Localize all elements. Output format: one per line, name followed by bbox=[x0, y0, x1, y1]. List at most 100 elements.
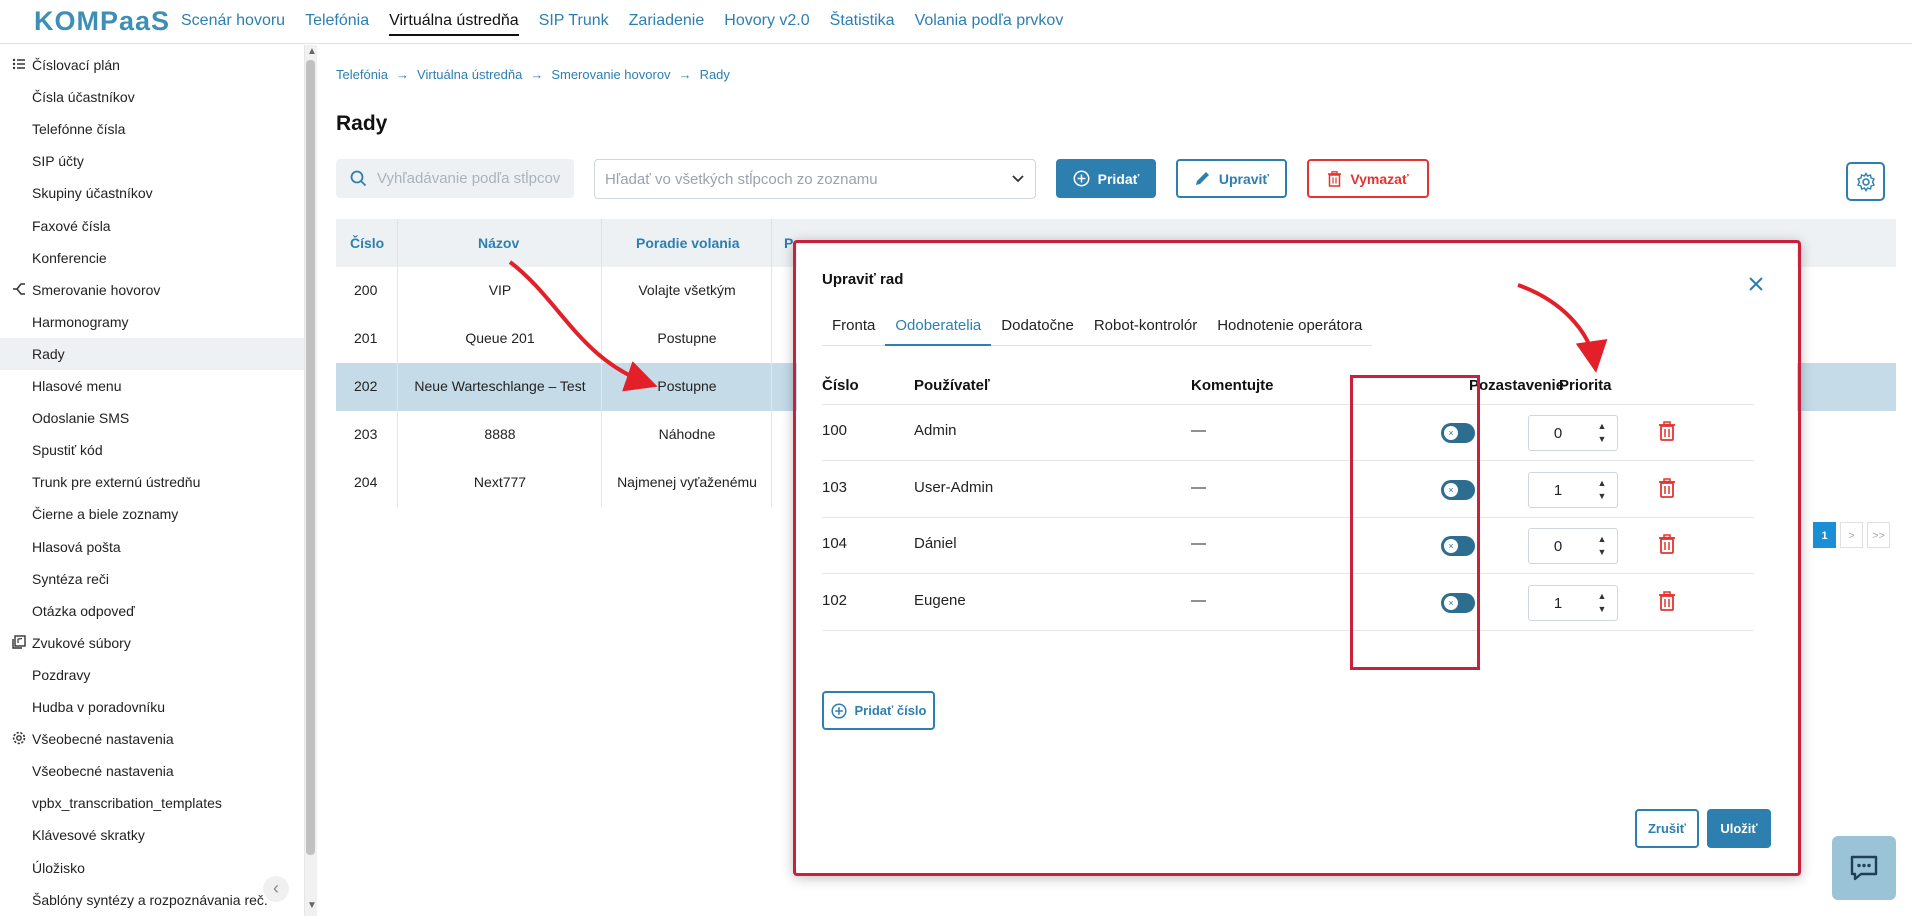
increment-icon[interactable]: ▲ bbox=[1595, 534, 1609, 544]
column-filter-select[interactable]: Hľadať vo všetkých stĺpcoch zo zoznamu bbox=[594, 159, 1036, 199]
delete-button[interactable]: Vymazať bbox=[1307, 159, 1429, 198]
nav-item[interactable]: Telefónia bbox=[305, 12, 369, 36]
decrement-icon[interactable]: ▼ bbox=[1595, 434, 1609, 444]
sidebar-item[interactable]: Klávesové skratky bbox=[0, 819, 304, 851]
add-number-button[interactable]: Pridať číslo bbox=[822, 691, 935, 730]
trash-icon[interactable] bbox=[1658, 421, 1676, 446]
sidebar-item[interactable]: Telefónne čísla bbox=[0, 113, 304, 145]
sidebar-item[interactable]: Pozdravy bbox=[0, 659, 304, 691]
scroll-up-arrow-icon[interactable]: ▲ bbox=[307, 46, 317, 57]
sidebar-item[interactable]: Otázka odpoveď bbox=[0, 595, 304, 627]
dialog-tab[interactable]: Dodatočne bbox=[991, 310, 1084, 346]
sidebar-section[interactable]: Všeobecné nastavenia bbox=[0, 723, 304, 755]
trash-icon[interactable] bbox=[1658, 590, 1676, 616]
nav-item[interactable]: Hovory v2.0 bbox=[724, 12, 809, 36]
sidebar-item-label: Úložisko bbox=[32, 859, 85, 876]
nav-item[interactable]: SIP Trunk bbox=[539, 12, 609, 36]
sidebar-item[interactable]: SIP účty bbox=[0, 145, 304, 177]
column-header-poradie[interactable]: Poradie volania bbox=[636, 235, 739, 251]
trash-icon bbox=[1328, 170, 1342, 187]
sidebar-item[interactable]: Čísla účastníkov bbox=[0, 81, 304, 113]
sidebar-item[interactable]: Hlasové menu bbox=[0, 370, 304, 402]
dialog-tab[interactable]: Robot-kontrolór bbox=[1084, 310, 1207, 346]
collapse-sidebar-button[interactable]: ‹ bbox=[263, 876, 289, 902]
priority-stepper[interactable]: 1 ▲ ▼ bbox=[1528, 471, 1618, 508]
sidebar-item[interactable]: Rady bbox=[0, 337, 304, 370]
sidebar-section[interactable]: Zvukové súbory bbox=[0, 627, 304, 659]
trash-icon[interactable] bbox=[1658, 477, 1676, 503]
sidebar-item[interactable]: Šablóny syntézy a rozpoznávania reč. bbox=[0, 884, 304, 916]
priority-stepper[interactable]: 0 ▲ ▼ bbox=[1528, 528, 1618, 564]
nav-item[interactable]: Scenár hovoru bbox=[181, 12, 285, 36]
increment-icon[interactable]: ▲ bbox=[1595, 591, 1609, 601]
trash-icon[interactable] bbox=[1658, 534, 1676, 559]
column-header-komentujte: Komentujte bbox=[1191, 377, 1274, 394]
dialog-tab[interactable]: Hodnotenie operátora bbox=[1207, 310, 1372, 346]
edit-button[interactable]: Upraviť bbox=[1176, 159, 1287, 198]
sidebar-item[interactable]: Faxové čísla bbox=[0, 210, 304, 242]
sidebar-section[interactable]: Smerovanie hovorov bbox=[0, 274, 304, 306]
cell-poradie: Postupne bbox=[657, 378, 717, 394]
cell-poradie: Najmenej vyťaženému bbox=[617, 474, 757, 490]
sidebar-item-label: Klávesové skratky bbox=[32, 827, 145, 844]
table-settings-button[interactable] bbox=[1846, 162, 1885, 201]
sidebar-item[interactable]: Trunk pre externú ústredňu bbox=[0, 466, 304, 498]
pagination-button[interactable]: > bbox=[1840, 522, 1863, 548]
sidebar-item-label: Hudba v poradovníku bbox=[32, 699, 166, 715]
increment-icon[interactable]: ▲ bbox=[1595, 421, 1609, 431]
nav-item[interactable]: Zariadenie bbox=[629, 12, 705, 36]
breadcrumb-item[interactable]: Rady bbox=[700, 67, 730, 82]
cancel-button[interactable]: Zrušiť bbox=[1635, 809, 1699, 848]
sidebar-item[interactable]: vpbx_transcribation_templates bbox=[0, 787, 304, 819]
nav-item[interactable]: Virtuálna ústredňa bbox=[389, 12, 519, 36]
save-button[interactable]: Uložiť bbox=[1707, 809, 1771, 848]
sidebar-item-label: Faxové čísla bbox=[32, 217, 111, 234]
sidebar-item-label: Syntéza reči bbox=[32, 570, 110, 587]
decrement-icon[interactable]: ▼ bbox=[1595, 604, 1609, 614]
chat-support-button[interactable] bbox=[1832, 836, 1896, 900]
subscriber-row: 103 User-Admin — × 1 ▲ ▼ bbox=[822, 462, 1754, 518]
nav-item[interactable]: Štatistika bbox=[830, 12, 895, 36]
search-input[interactable]: Vyhľadávanie podľa stĺpcov bbox=[336, 159, 574, 198]
sidebar-item[interactable]: Hudba v poradovníku bbox=[0, 691, 304, 723]
dialog-tab[interactable]: Fronta bbox=[822, 310, 885, 346]
gear-icon bbox=[12, 731, 28, 747]
dialog-tab[interactable]: Odoberatelia bbox=[885, 310, 992, 346]
pagination-button[interactable]: 1 bbox=[1813, 522, 1836, 548]
priority-stepper[interactable]: 1 ▲ ▼ bbox=[1528, 584, 1618, 621]
column-header-cislo[interactable]: Číslo bbox=[350, 235, 384, 251]
decrement-icon[interactable]: ▼ bbox=[1595, 491, 1609, 501]
cell-cislo: 203 bbox=[354, 426, 378, 442]
nav-item[interactable]: Volania podľa prvkov bbox=[915, 12, 1064, 36]
sidebar-item[interactable]: Spustiť kód bbox=[0, 434, 304, 466]
sidebar-item[interactable]: Úložisko bbox=[0, 852, 304, 884]
add-button[interactable]: Pridať bbox=[1056, 159, 1156, 198]
increment-icon[interactable]: ▲ bbox=[1595, 478, 1609, 488]
dialog-title: Upraviť rad bbox=[822, 271, 904, 288]
chat-icon bbox=[1850, 855, 1878, 881]
column-header-truncated[interactable]: P bbox=[784, 235, 793, 251]
breadcrumb-item[interactable]: Virtuálna ústredňa bbox=[417, 67, 522, 82]
decrement-icon[interactable]: ▼ bbox=[1595, 547, 1609, 557]
sidebar-section[interactable]: Číslovací plán bbox=[0, 49, 304, 81]
sidebar-item[interactable]: Konferencie bbox=[0, 242, 304, 274]
sidebar-item[interactable]: Všeobecné nastavenia bbox=[0, 755, 304, 787]
sidebar-scrollbar-thumb[interactable] bbox=[306, 60, 315, 855]
sidebar-item[interactable]: Čierne a biele zoznamy bbox=[0, 498, 304, 530]
subscriber-comment: — bbox=[1191, 535, 1206, 552]
breadcrumb-item[interactable]: Telefónia bbox=[336, 67, 388, 82]
sidebar-item[interactable]: Odoslanie SMS bbox=[0, 402, 304, 434]
close-icon[interactable] bbox=[1746, 274, 1766, 294]
breadcrumb-item[interactable]: Smerovanie hovorov bbox=[551, 67, 670, 82]
pagination-button[interactable]: >> bbox=[1867, 522, 1890, 548]
column-divider bbox=[771, 267, 772, 507]
priority-stepper[interactable]: 0 ▲ ▼ bbox=[1528, 415, 1618, 451]
sidebar-item[interactable]: Syntéza reči bbox=[0, 563, 304, 595]
sidebar-item[interactable]: Harmonogramy bbox=[0, 306, 304, 338]
subscriber-row: 102 Eugene — × 1 ▲ ▼ bbox=[822, 575, 1754, 631]
column-header-nazov[interactable]: Názov bbox=[478, 235, 519, 251]
sidebar-item[interactable]: Skupiny účastníkov bbox=[0, 177, 304, 209]
sidebar-item[interactable]: Hlasová pošta bbox=[0, 531, 304, 563]
scroll-down-arrow-icon[interactable]: ▼ bbox=[307, 900, 317, 911]
pencil-icon bbox=[1195, 172, 1209, 185]
